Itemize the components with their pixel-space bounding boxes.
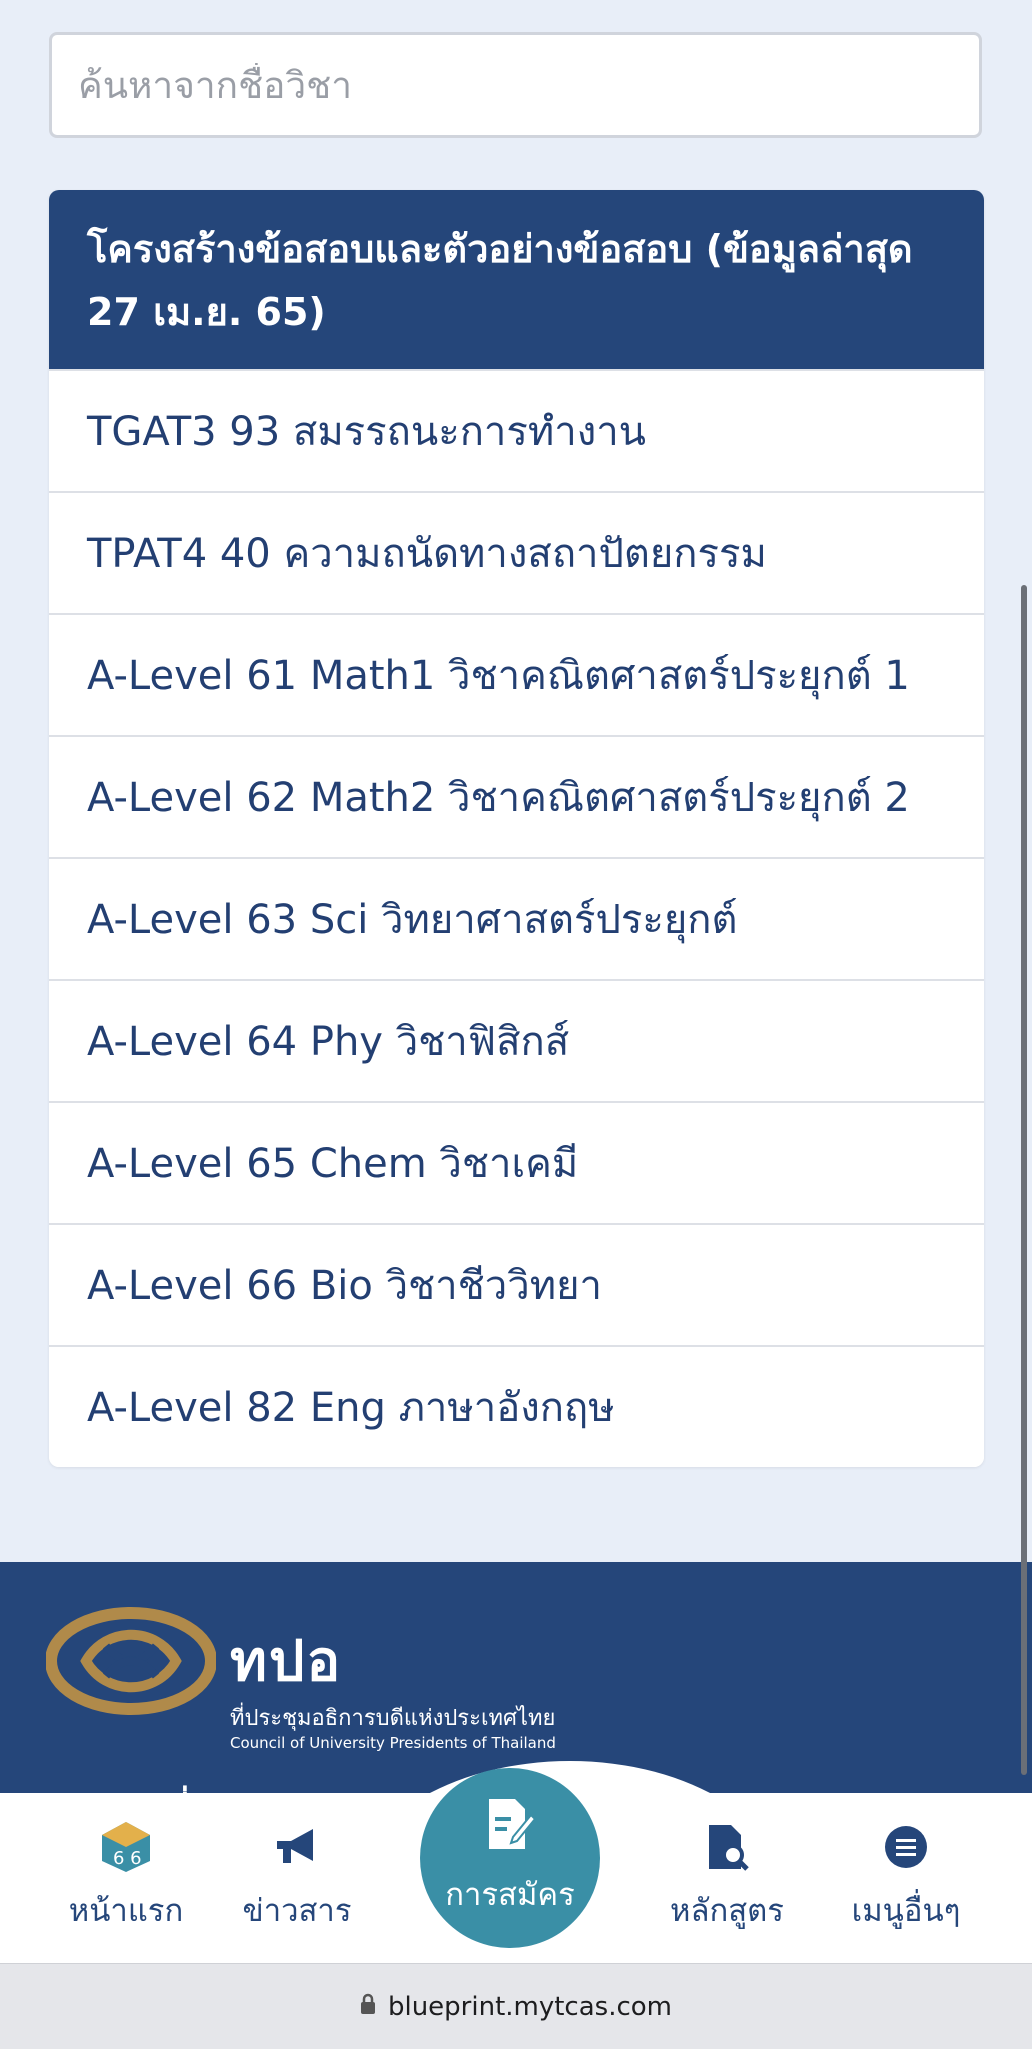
edit-document-icon xyxy=(485,1797,537,1859)
list-item[interactable]: A-Level 82 Eng ภาษาอังกฤษ xyxy=(49,1345,984,1467)
list-item[interactable]: A-Level 63 Sci วิทยาศาสตร์ประยุกต์ xyxy=(49,857,984,979)
browser-url-bar[interactable]: blueprint.mytcas.com xyxy=(0,1963,1032,2049)
home-icon: 6 6 xyxy=(100,1821,152,1873)
nav-more-label: เมนูอื่นๆ xyxy=(851,1893,961,1929)
list-item[interactable]: A-Level 61 Math1 วิชาคณิตศาสตร์ประยุกต์ … xyxy=(49,613,984,735)
menu-icon xyxy=(884,1821,928,1873)
nav-news[interactable]: ข่าวสาร xyxy=(207,1793,387,1963)
nav-home[interactable]: 6 6 หน้าแรก xyxy=(36,1793,216,1963)
megaphone-icon xyxy=(273,1821,321,1873)
search-input[interactable] xyxy=(76,62,955,108)
document-search-icon xyxy=(705,1821,749,1873)
list-item[interactable]: TPAT4 40 ความถนัดทางสถาปัตยกรรม xyxy=(49,491,984,613)
apply-button[interactable]: การสมัคร xyxy=(420,1768,600,1948)
search-field[interactable] xyxy=(49,32,982,138)
list-item[interactable]: A-Level 64 Phy วิชาฟิสิกส์ xyxy=(49,979,984,1101)
logo-wordmark: ทปอ xyxy=(230,1629,343,1694)
list-item[interactable]: A-Level 65 Chem วิชาเคมี xyxy=(49,1101,984,1223)
apply-button-label: การสมัคร xyxy=(445,1877,575,1913)
lock-icon xyxy=(360,1992,376,2022)
nav-home-label: หน้าแรก xyxy=(68,1893,184,1929)
nav-news-label: ข่าวสาร xyxy=(242,1893,352,1929)
nav-programs-label: หลักสูตร xyxy=(670,1893,784,1929)
page-scrollbar[interactable] xyxy=(1021,585,1027,1775)
logo-thai-name: ที่ประชุมอธิการบดีแห่งประเทศไทย xyxy=(230,1706,556,1731)
home-badge: 6 6 xyxy=(113,1848,142,1869)
nav-programs[interactable]: หลักสูตร xyxy=(637,1793,817,1963)
cupt-logo: ทปอ ที่ประชุมอธิการบดีแห่งประเทศไทย Coun… xyxy=(45,1606,556,1752)
cupt-emblem-icon xyxy=(45,1607,217,1715)
list-item[interactable]: A-Level 66 Bio วิชาชีววิทยา xyxy=(49,1223,984,1345)
exam-list-card: โครงสร้างข้อสอบและตัวอย่างข้อสอบ (ข้อมูล… xyxy=(49,190,984,1467)
logo-english-name: Council of University Presidents of Thai… xyxy=(230,1734,556,1752)
list-item[interactable]: A-Level 62 Math2 วิชาคณิตศาสตร์ประยุกต์ … xyxy=(49,735,984,857)
nav-more[interactable]: เมนูอื่นๆ xyxy=(816,1793,996,1963)
list-item[interactable]: TGAT3 93 สมรรถนะการทำงาน xyxy=(49,369,984,491)
url-text: blueprint.mytcas.com xyxy=(387,1991,673,2022)
card-header: โครงสร้างข้อสอบและตัวอย่างข้อสอบ (ข้อมูล… xyxy=(49,190,984,369)
